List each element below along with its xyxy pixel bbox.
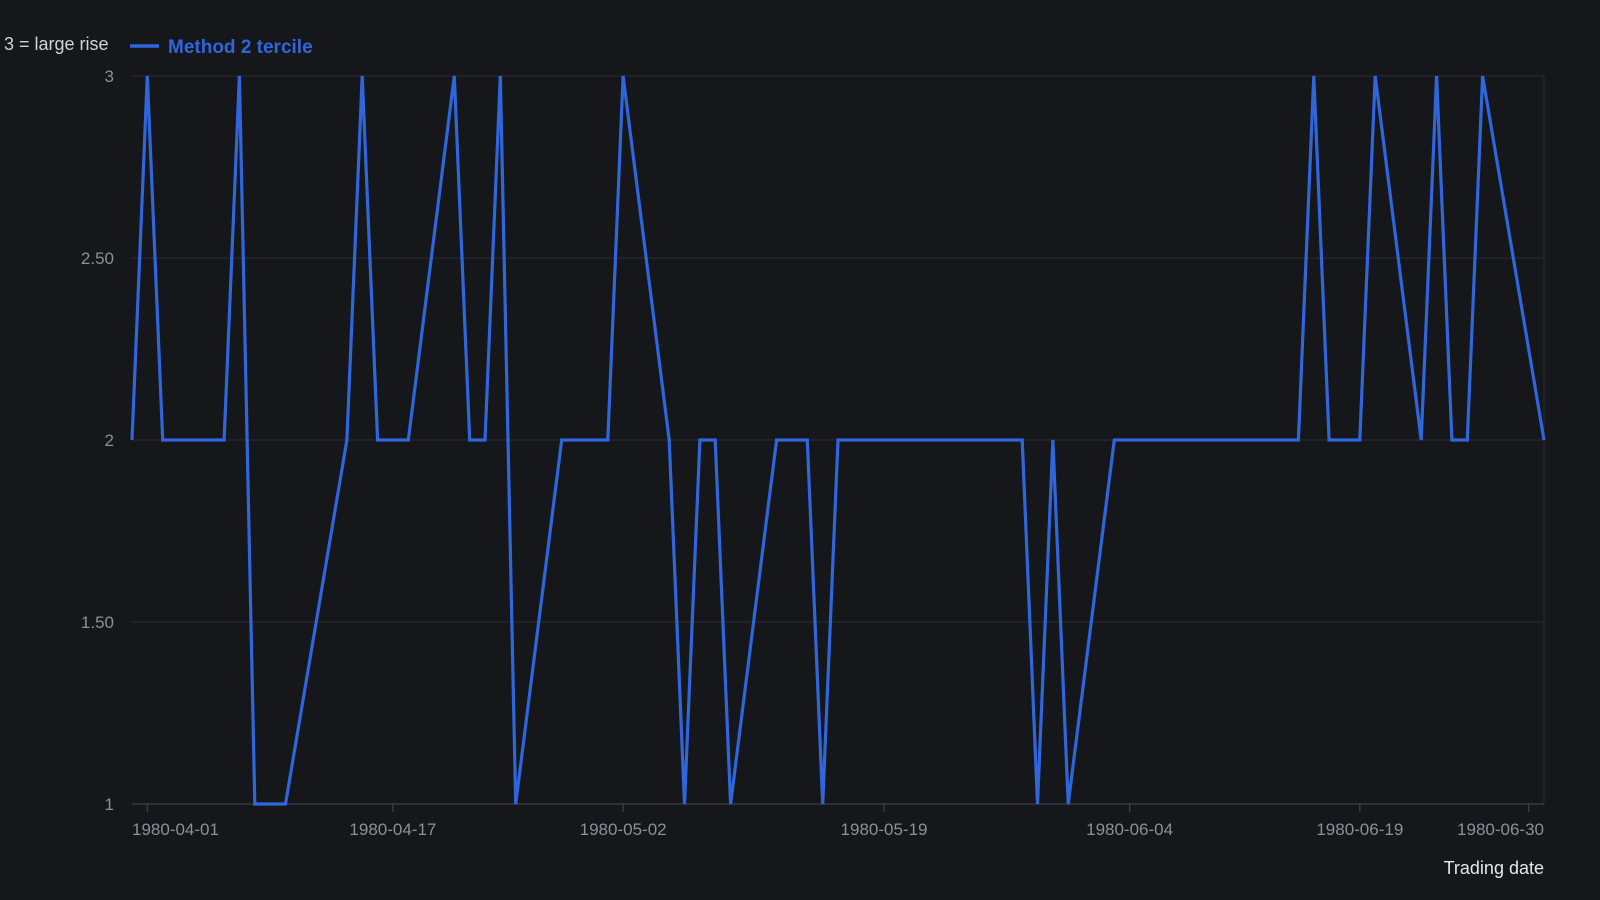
x-tick-label: 1980-06-30	[1457, 820, 1544, 839]
chart: 1 1.50 2 2.50 3 1980-04-01 1980-04-17 1980-05-…	[4, 34, 1546, 878]
x-tick-label: 1980-04-01	[132, 820, 219, 839]
y-tick-label: 3	[105, 67, 114, 86]
x-axis-label: Trading date	[1444, 858, 1544, 878]
x-axis-ticks: 1980-04-01 1980-04-17 1980-05-02 1980-05-19…	[132, 804, 1544, 839]
x-tick-label: 1980-05-19	[841, 820, 928, 839]
y-axis-label: 3 = large rise	[4, 34, 109, 54]
x-tick-label: 1980-05-02	[580, 820, 667, 839]
y-tick-label: 2	[105, 431, 114, 450]
y-axis-ticks: 1 1.50 2 2.50 3	[81, 67, 114, 814]
x-tick-label: 1980-06-04	[1086, 820, 1173, 839]
x-tick-label: 1980-04-17	[349, 820, 436, 839]
y-tick-label: 1.50	[81, 613, 114, 632]
legend-label[interactable]: Method 2 tercile	[168, 37, 313, 58]
x-tick-label: 1980-06-19	[1316, 820, 1403, 839]
y-tick-label: 2.50	[81, 249, 114, 268]
y-tick-label: 1	[105, 795, 114, 814]
